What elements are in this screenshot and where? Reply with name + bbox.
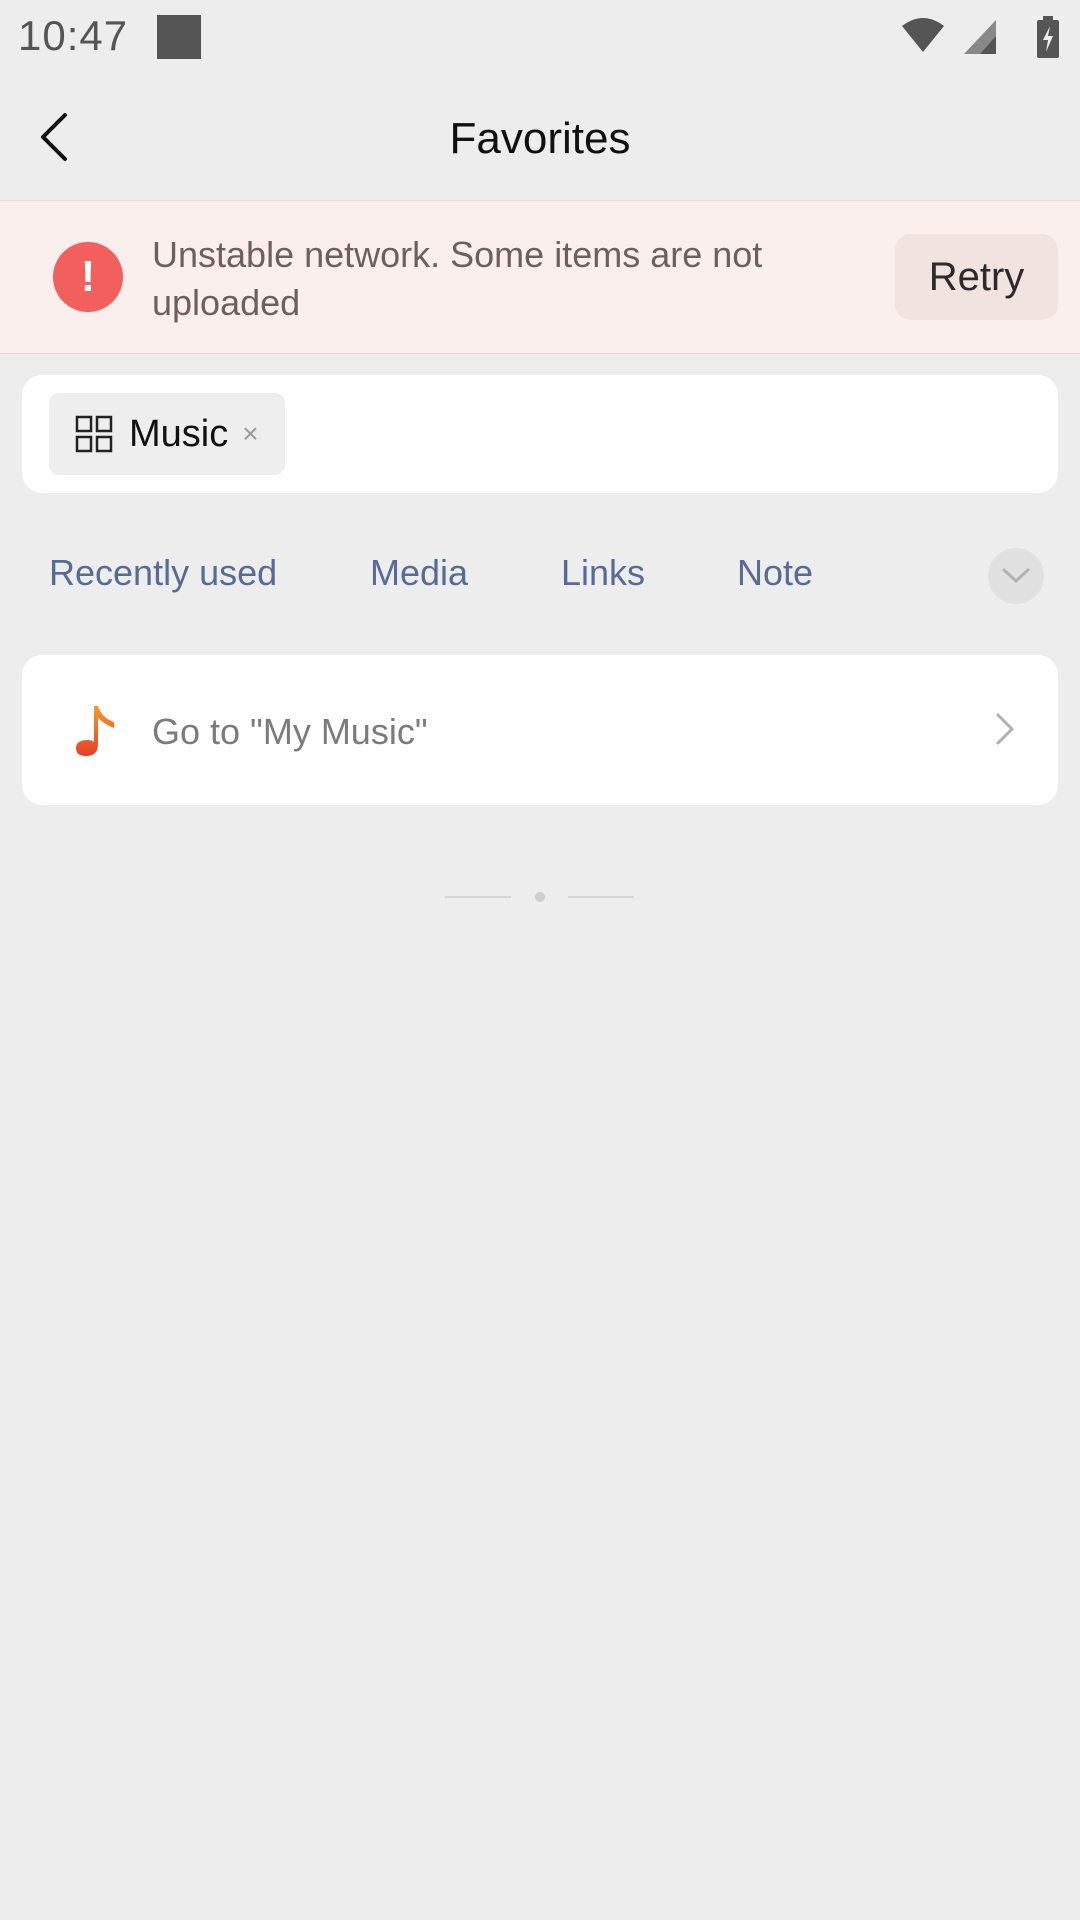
signal-icon [964, 20, 996, 54]
wifi-icon [902, 18, 944, 52]
page-title: Favorites [449, 114, 631, 163]
banner-message: Unstable network. Some items are not upl… [152, 234, 763, 323]
battery-charging-icon [1037, 16, 1059, 58]
tab-media[interactable]: Media [370, 552, 468, 594]
music-item-label: Go to "My Music" [152, 711, 428, 752]
music-note-icon [76, 706, 114, 756]
category-tabs: Recently used Media Links Note [0, 540, 1080, 610]
tag-chip-label: Music [129, 412, 229, 455]
tab-links[interactable]: Links [561, 552, 645, 594]
retry-button[interactable]: Retry [895, 234, 1058, 320]
end-divider-right [568, 896, 634, 898]
grid-icon [75, 415, 113, 453]
tag-filter-card: Music × [22, 375, 1058, 493]
tag-chip-music[interactable]: Music × [49, 393, 285, 475]
notification-square-icon [157, 15, 201, 59]
status-time: 10:47 [18, 12, 129, 59]
end-divider-dot [535, 892, 545, 902]
go-to-my-music-item[interactable]: Go to "My Music" [22, 655, 1058, 805]
network-warning-banner: ! Unstable network. Some items are not u… [0, 200, 1080, 354]
status-bar: 10:47 [0, 0, 1080, 74]
tab-recently-used[interactable]: Recently used [49, 552, 277, 594]
chevron-right-icon [996, 713, 1014, 745]
end-divider-left [445, 896, 511, 898]
header: Favorites [0, 74, 1080, 200]
chevron-down-icon [1002, 568, 1030, 584]
close-icon[interactable]: × [242, 418, 258, 450]
more-tabs-button[interactable] [988, 548, 1044, 604]
alert-icon: ! [53, 242, 123, 312]
tab-note[interactable]: Note [737, 552, 813, 594]
